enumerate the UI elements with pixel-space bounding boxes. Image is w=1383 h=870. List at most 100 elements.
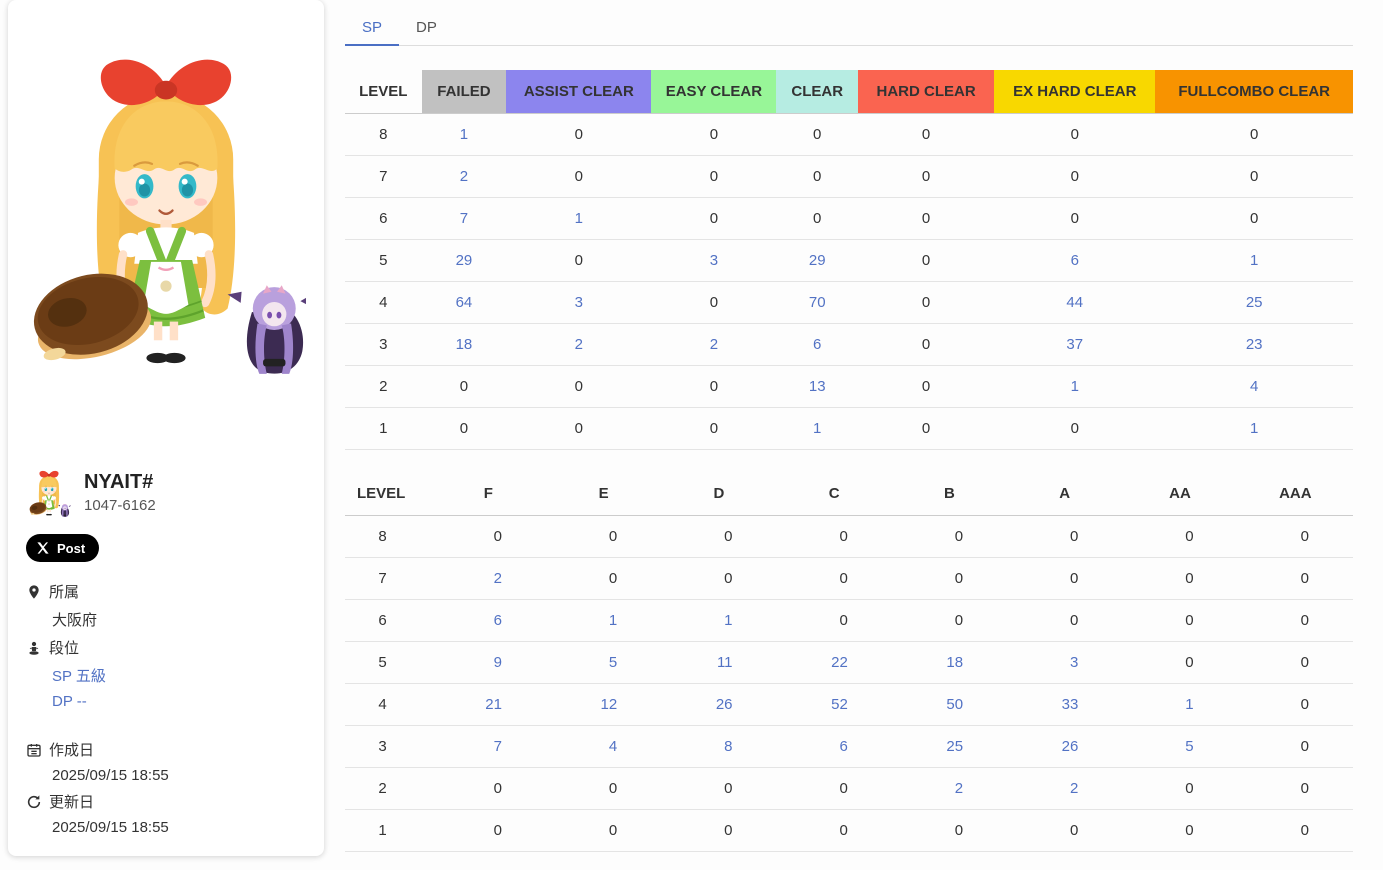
count-cell: 29	[422, 240, 507, 282]
count-cell: 0	[651, 366, 776, 408]
count-link[interactable]: 13	[809, 378, 826, 395]
count-link[interactable]: 1	[609, 612, 617, 629]
count-cell: 0	[1007, 516, 1122, 558]
count-link[interactable]: 44	[1066, 294, 1083, 311]
count-link[interactable]: 4	[609, 738, 617, 755]
count-link[interactable]: 23	[1246, 336, 1263, 353]
count-link[interactable]: 1	[1185, 696, 1193, 713]
calendar-icon	[26, 742, 42, 758]
count-cell: 0	[777, 558, 892, 600]
count-cell: 0	[777, 516, 892, 558]
count-cell: 44	[994, 282, 1155, 324]
clear-table-row: 10001001	[345, 408, 1353, 450]
character-illustration	[26, 4, 306, 404]
count-link[interactable]: 6	[494, 612, 502, 629]
count-cell: 0	[1238, 768, 1353, 810]
count-link[interactable]: 50	[946, 696, 963, 713]
count-link[interactable]: 29	[809, 252, 826, 269]
count-link[interactable]: 1	[724, 612, 732, 629]
count-cell: 0	[546, 516, 661, 558]
clear-table-row: 5290329061	[345, 240, 1353, 282]
count-cell: 70	[776, 282, 858, 324]
count-link[interactable]: 25	[1246, 294, 1263, 311]
count-link[interactable]: 70	[809, 294, 826, 311]
count-link[interactable]: 1	[1071, 378, 1079, 395]
count-link[interactable]: 11	[717, 654, 733, 671]
count-cell: 6	[777, 726, 892, 768]
count-cell: 0	[777, 600, 892, 642]
level-column-header: LEVEL	[345, 472, 431, 516]
count-cell: 0	[1122, 600, 1237, 642]
count-link[interactable]: 3	[575, 294, 583, 311]
created-date-label: 作成日	[49, 739, 94, 760]
count-link[interactable]: 64	[456, 294, 473, 311]
count-link[interactable]: 52	[831, 696, 848, 713]
count-link[interactable]: 5	[1185, 738, 1193, 755]
count-link[interactable]: 6	[1071, 252, 1079, 269]
count-link[interactable]: 37	[1066, 336, 1083, 353]
column-header-f: F	[431, 472, 546, 516]
clear-table-row: 464307004425	[345, 282, 1353, 324]
count-link[interactable]: 6	[839, 738, 847, 755]
level-cell: 6	[345, 198, 422, 240]
count-link[interactable]: 2	[1070, 780, 1078, 797]
count-cell: 0	[651, 408, 776, 450]
count-cell: 25	[1155, 282, 1353, 324]
count-cell: 5	[1122, 726, 1237, 768]
count-link[interactable]: 1	[813, 420, 821, 437]
count-link[interactable]: 7	[494, 738, 502, 755]
count-link[interactable]: 2	[460, 168, 468, 185]
column-header-b: B	[892, 472, 1007, 516]
column-header-easy-clear: EASY CLEAR	[651, 70, 776, 114]
count-cell: 25	[892, 726, 1007, 768]
level-cell: 1	[345, 408, 422, 450]
count-link[interactable]: 22	[831, 654, 848, 671]
count-link[interactable]: 4	[1250, 378, 1258, 395]
count-link[interactable]: 1	[460, 126, 468, 143]
count-link[interactable]: 25	[946, 738, 963, 755]
count-cell: 0	[858, 324, 994, 366]
x-logo-icon	[36, 541, 50, 555]
count-cell: 23	[1155, 324, 1353, 366]
count-link[interactable]: 3	[1070, 654, 1078, 671]
count-link[interactable]: 6	[813, 336, 821, 353]
count-cell: 0	[1122, 768, 1237, 810]
count-cell: 0	[651, 114, 776, 156]
updated-date-value: 2025/09/15 18:55	[52, 819, 306, 836]
column-header-aa: AA	[1122, 472, 1237, 516]
count-cell: 0	[1155, 198, 1353, 240]
count-link[interactable]: 1	[1250, 252, 1258, 269]
count-link[interactable]: 29	[456, 252, 473, 269]
count-link[interactable]: 33	[1062, 696, 1079, 713]
count-link[interactable]: 12	[601, 696, 618, 713]
tab-dp[interactable]: DP	[399, 10, 454, 46]
count-link[interactable]: 1	[575, 210, 583, 227]
count-link[interactable]: 26	[716, 696, 733, 713]
tab-sp[interactable]: SP	[345, 10, 399, 46]
dan-sp-link[interactable]: SP 五級	[52, 665, 306, 686]
count-link[interactable]: 2	[710, 336, 718, 353]
count-link[interactable]: 9	[494, 654, 502, 671]
count-link[interactable]: 2	[575, 336, 583, 353]
count-link[interactable]: 8	[724, 738, 732, 755]
count-link[interactable]: 2	[494, 570, 502, 587]
level-cell: 4	[345, 282, 422, 324]
count-link[interactable]: 1	[1250, 420, 1258, 437]
clear-table-row: 81000000	[345, 114, 1353, 156]
count-cell: 5	[546, 642, 661, 684]
count-link[interactable]: 2	[955, 780, 963, 797]
count-link[interactable]: 18	[456, 336, 473, 353]
count-link[interactable]: 18	[946, 654, 963, 671]
count-cell: 0	[431, 810, 546, 852]
x-post-button[interactable]: Post	[26, 534, 99, 562]
count-link[interactable]: 26	[1062, 738, 1079, 755]
column-header-fullcombo-clear: FULLCOMBO CLEAR	[1155, 70, 1353, 114]
count-link[interactable]: 5	[609, 654, 617, 671]
count-link[interactable]: 21	[485, 696, 502, 713]
count-link[interactable]: 7	[460, 210, 468, 227]
count-cell: 0	[892, 558, 1007, 600]
count-cell: 2	[422, 156, 507, 198]
dan-dp-link[interactable]: DP --	[52, 693, 306, 710]
count-cell: 6	[994, 240, 1155, 282]
count-link[interactable]: 3	[710, 252, 718, 269]
